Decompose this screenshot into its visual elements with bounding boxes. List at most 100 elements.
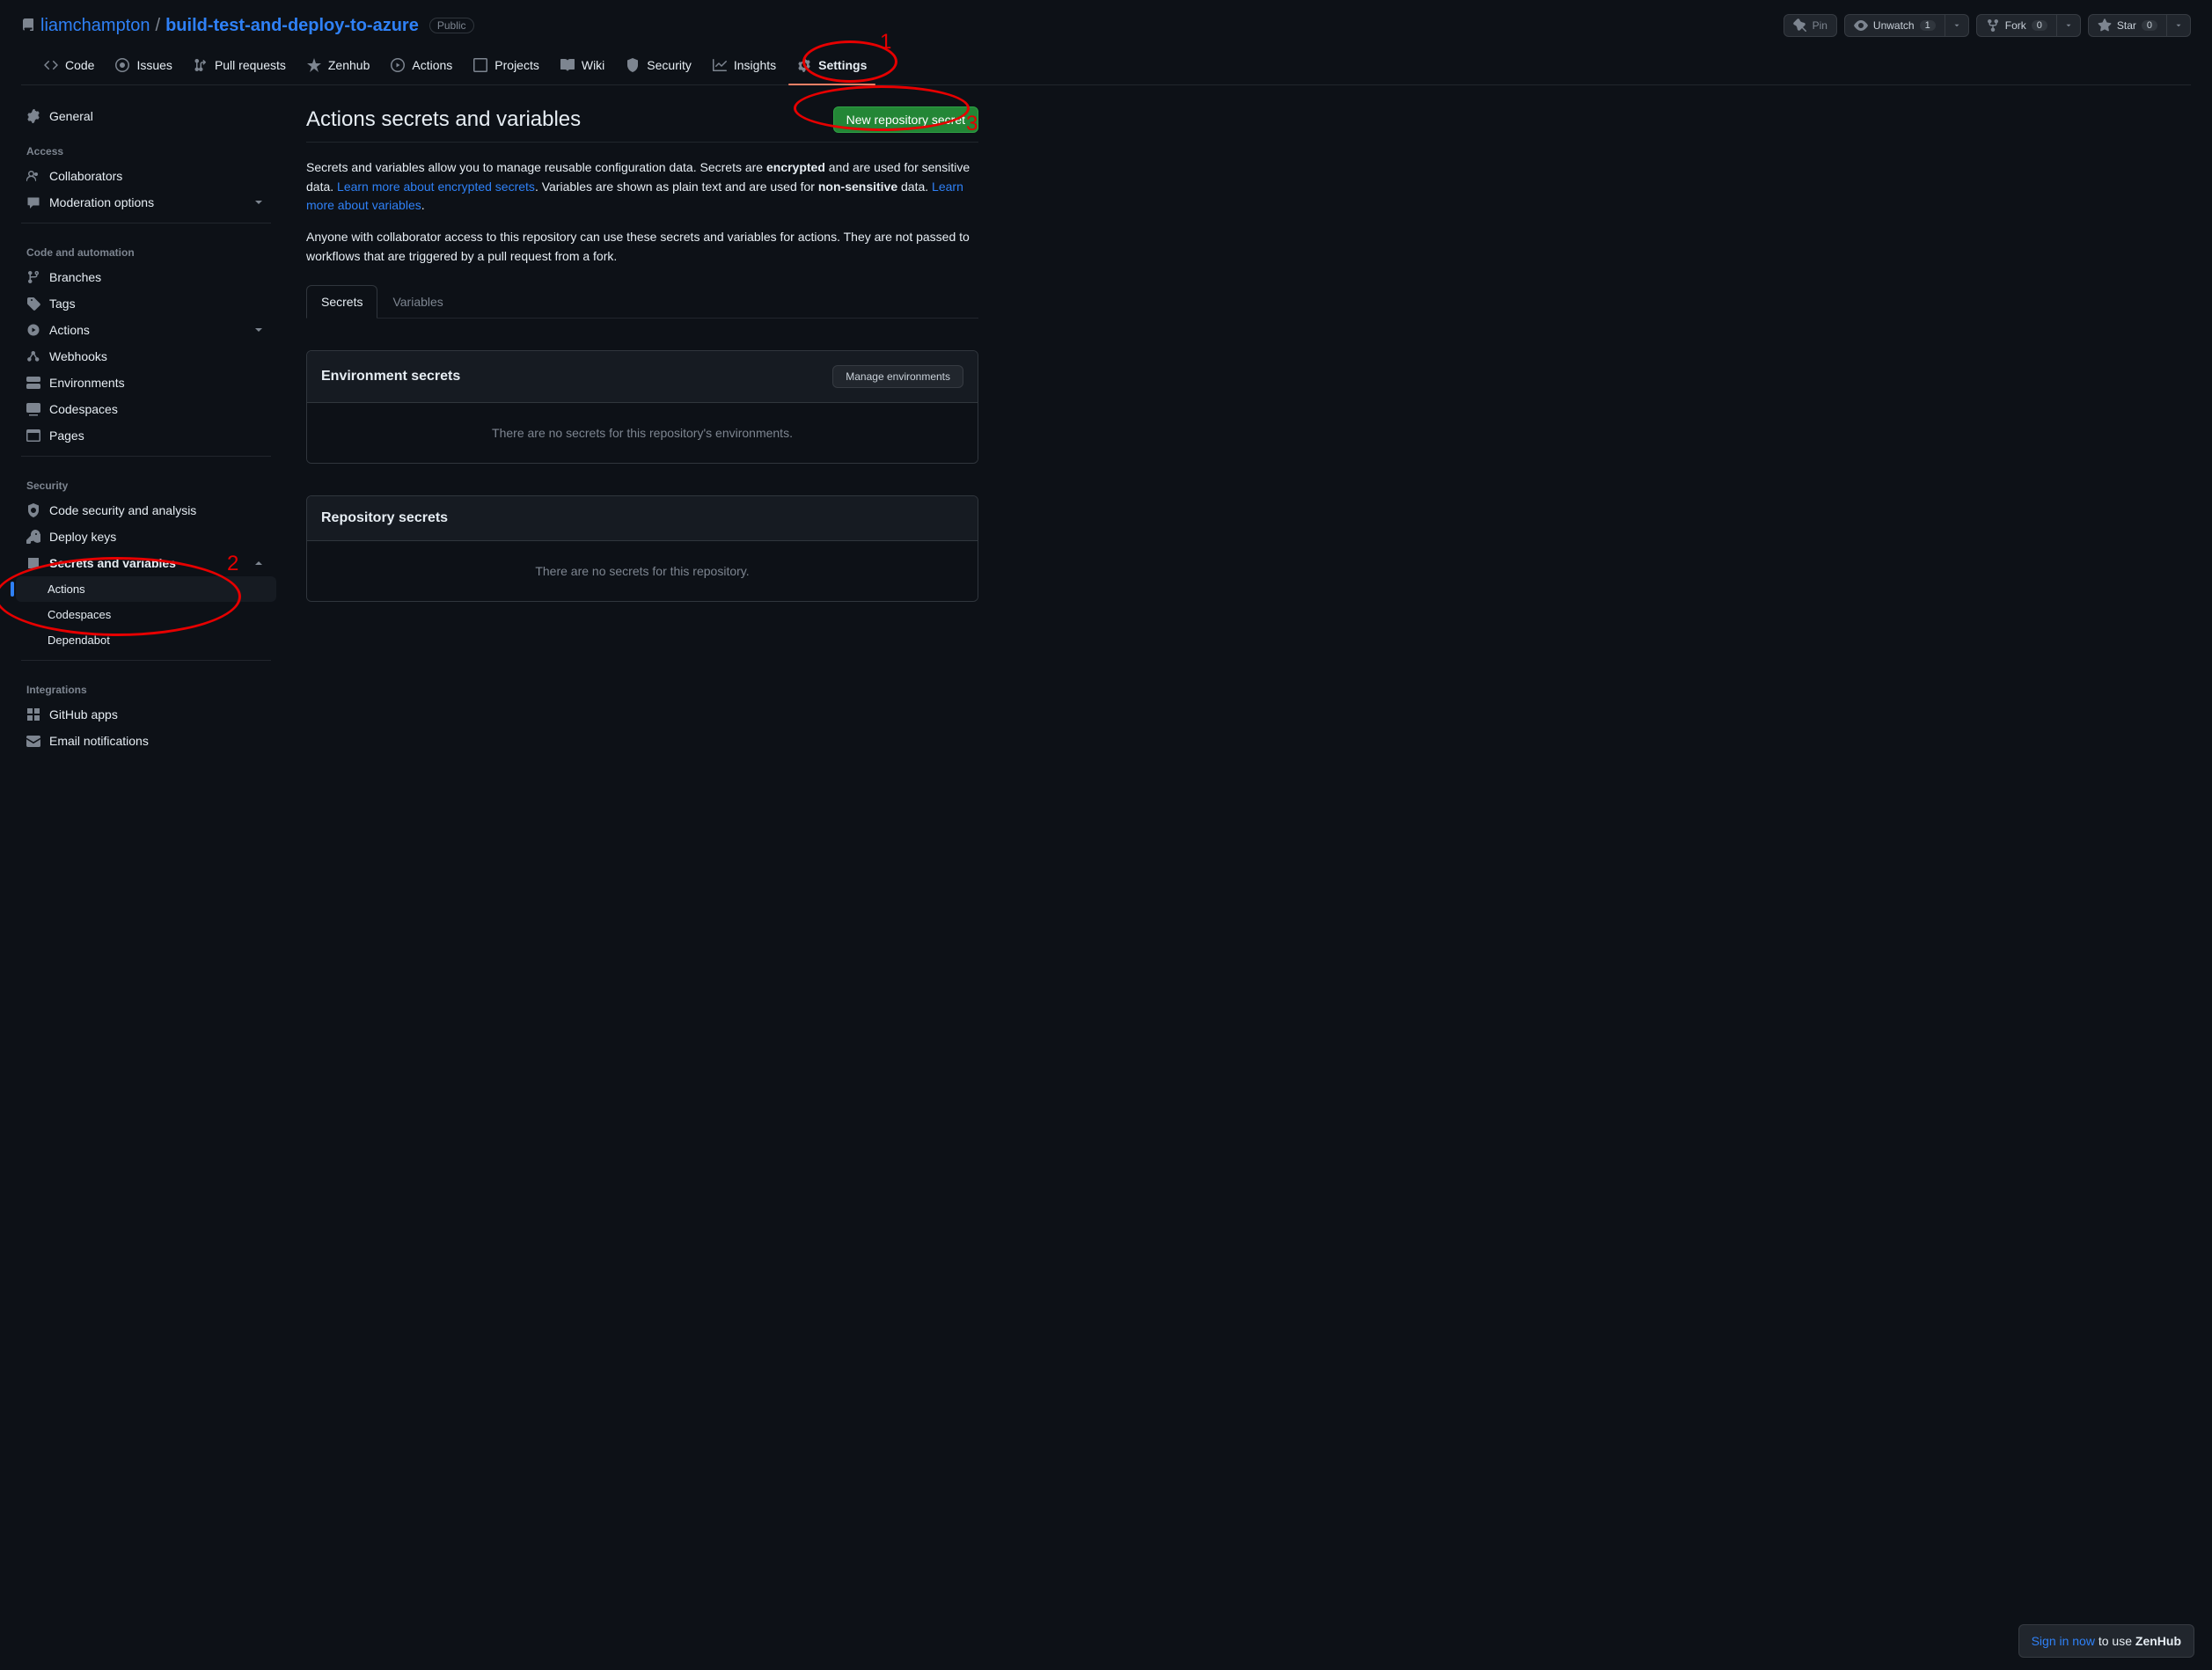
gear-icon (797, 58, 811, 72)
sidebar-code-security[interactable]: Code security and analysis (16, 497, 276, 524)
watch-label: Unwatch (1873, 19, 1915, 32)
repo-icon (21, 18, 35, 33)
people-icon (26, 169, 40, 183)
tab-code[interactable]: Code (35, 51, 103, 84)
sidebar-deploy-keys[interactable]: Deploy keys (16, 524, 276, 550)
star-label: Star (2117, 19, 2136, 32)
apps-icon (26, 707, 40, 721)
comment-icon (26, 195, 40, 209)
visibility-badge: Public (429, 18, 474, 33)
pin-label: Pin (1813, 19, 1827, 32)
eye-icon (1854, 18, 1868, 33)
tab-security[interactable]: Security (617, 51, 700, 84)
environment-secrets-panel: Environment secrets Manage environments … (306, 350, 978, 464)
code-icon (44, 58, 58, 72)
sidebar-codespaces[interactable]: Codespaces (16, 396, 276, 422)
book-icon (560, 58, 575, 72)
tab-projects[interactable]: Projects (465, 51, 548, 84)
description-2: Anyone with collaborator access to this … (306, 228, 978, 266)
watch-button[interactable]: Unwatch 1 (1844, 14, 1945, 37)
sidebar-general[interactable]: General (16, 103, 276, 129)
fork-icon (1986, 18, 2000, 33)
sidebar-heading-integrations: Integrations (11, 668, 282, 701)
key-icon (26, 530, 40, 544)
sidebar-webhooks[interactable]: Webhooks (16, 343, 276, 370)
pull-request-icon (194, 58, 208, 72)
sidebar-actions[interactable]: Actions (16, 317, 276, 343)
sidebar-heading-security: Security (11, 464, 282, 497)
sidebar-moderation[interactable]: Moderation options (16, 189, 276, 216)
sidebar-email-notifications[interactable]: Email notifications (16, 728, 276, 754)
shield-icon (626, 58, 640, 72)
gear-icon (26, 109, 40, 123)
sidebar-tags[interactable]: Tags (16, 290, 276, 317)
sidebar-environments[interactable]: Environments (16, 370, 276, 396)
tab-settings[interactable]: Settings (788, 51, 875, 84)
breadcrumb: liamchampton / build-test-and-deploy-to-… (21, 16, 474, 36)
chevron-down-icon (252, 323, 266, 337)
new-repository-secret-button[interactable]: New repository secret (833, 106, 978, 133)
server-icon (26, 376, 40, 390)
asterisk-icon (26, 556, 40, 570)
repo-link[interactable]: build-test-and-deploy-to-azure (165, 16, 419, 36)
fork-count: 0 (2032, 20, 2047, 31)
star-icon (2098, 18, 2112, 33)
webhook-icon (26, 349, 40, 363)
env-secrets-title: Environment secrets (321, 369, 460, 385)
breadcrumb-slash: / (156, 16, 161, 36)
subtab-variables[interactable]: Variables (377, 285, 458, 318)
tab-zenhub[interactable]: Zenhub (298, 51, 378, 84)
subtab-secrets[interactable]: Secrets (306, 285, 377, 318)
owner-link[interactable]: liamchampton (40, 16, 150, 36)
tab-pulls[interactable]: Pull requests (185, 51, 295, 84)
tab-actions[interactable]: Actions (382, 51, 461, 84)
sidebar-divider (21, 456, 271, 457)
sidebar-heading-access: Access (11, 129, 282, 163)
sidebar-pages[interactable]: Pages (16, 422, 276, 449)
zenhub-icon (307, 58, 321, 72)
mail-icon (26, 734, 40, 748)
fork-caret[interactable] (2057, 14, 2081, 37)
issue-icon (115, 58, 129, 72)
zenhub-toast[interactable]: Sign in now to use ZenHub (2018, 1624, 2194, 1658)
sidebar-sub-actions[interactable]: Actions (16, 576, 276, 602)
sidebar-github-apps[interactable]: GitHub apps (16, 701, 276, 728)
chevron-down-icon (252, 195, 266, 209)
learn-secrets-link[interactable]: Learn more about encrypted secrets (337, 179, 535, 194)
repo-actions: Pin Unwatch 1 Fork 0 (1784, 14, 2191, 37)
play-icon (391, 58, 405, 72)
sub-tabs: Secrets Variables (306, 285, 978, 319)
watch-count: 1 (1920, 20, 1936, 31)
play-icon (26, 323, 40, 337)
watch-caret[interactable] (1945, 14, 1969, 37)
description-1: Secrets and variables allow you to manag… (306, 158, 978, 216)
chevron-up-icon (252, 556, 266, 570)
tab-wiki[interactable]: Wiki (552, 51, 613, 84)
repository-secrets-panel: Repository secrets There are no secrets … (306, 495, 978, 602)
tab-insights[interactable]: Insights (704, 51, 785, 84)
page-title: Actions secrets and variables (306, 107, 581, 132)
sidebar-collaborators[interactable]: Collaborators (16, 163, 276, 189)
project-icon (473, 58, 487, 72)
star-count: 0 (2142, 20, 2157, 31)
shield-check-icon (26, 503, 40, 517)
repo-tabs: Code Issues Pull requests Zenhub Actions… (21, 51, 2191, 85)
star-caret[interactable] (2167, 14, 2191, 37)
sidebar-secrets-variables[interactable]: Secrets and variables (16, 550, 276, 576)
branch-icon (26, 270, 40, 284)
browser-icon (26, 428, 40, 443)
star-button[interactable]: Star 0 (2088, 14, 2167, 37)
zenhub-signin-link[interactable]: Sign in now (2032, 1634, 2095, 1648)
fork-label: Fork (2005, 19, 2026, 32)
sidebar-sub-dependabot[interactable]: Dependabot (16, 627, 276, 653)
settings-sidebar: General Access Collaborators Moderation … (0, 85, 282, 772)
sidebar-branches[interactable]: Branches (16, 264, 276, 290)
sidebar-sub-codespaces[interactable]: Codespaces (16, 602, 276, 627)
tab-issues[interactable]: Issues (106, 51, 180, 84)
chevron-down-icon (2064, 21, 2073, 30)
tag-icon (26, 297, 40, 311)
main-content: Actions secrets and variables New reposi… (282, 85, 1003, 772)
manage-environments-button[interactable]: Manage environments (832, 365, 963, 388)
pin-button[interactable]: Pin (1784, 14, 1837, 37)
fork-button[interactable]: Fork 0 (1976, 14, 2057, 37)
